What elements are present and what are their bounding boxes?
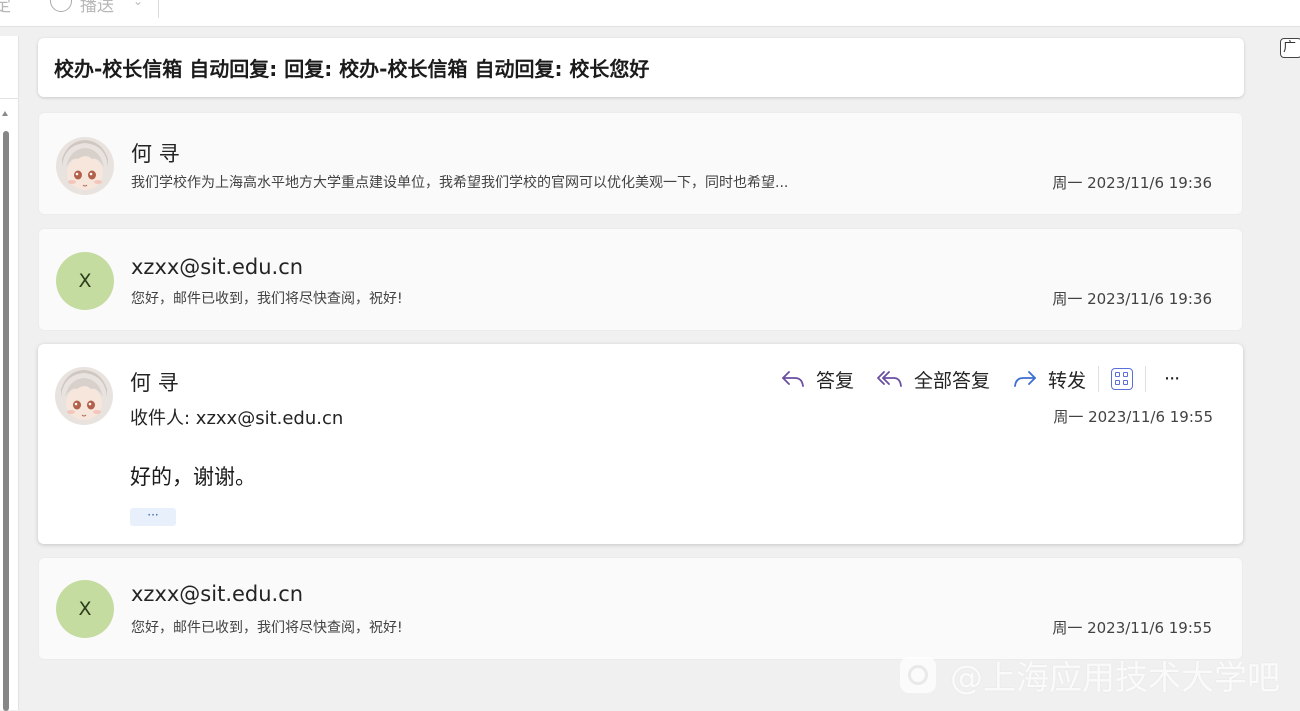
tieba-logo-icon	[900, 657, 936, 693]
watermark-text: @上海应用技术大学吧	[950, 658, 1280, 697]
sender-name: xzxx@sit.edu.cn	[131, 255, 304, 279]
expanded-message: 何 寻 答复 全部答复 转发 ··· 收件人: xzxx@sit.edu.cn …	[38, 344, 1243, 544]
side-panel-toggle-icon[interactable]: 广	[1280, 38, 1300, 58]
sender-name: 何 寻	[130, 371, 179, 395]
top-ribbon: 定 播送 ⌄	[0, 0, 1300, 27]
ribbon-divider	[158, 0, 159, 18]
apps-icon[interactable]	[1111, 368, 1134, 390]
avatar[interactable]: X	[56, 252, 114, 310]
message-date: 周一 2023/11/6 19:55	[1053, 408, 1213, 426]
avatar[interactable]	[56, 137, 114, 195]
message-date: 周一 2023/11/6 19:55	[1052, 619, 1212, 637]
message-preview: 您好，邮件已收到，我们将尽快查阅，祝好!	[131, 620, 403, 636]
actions-divider	[1098, 366, 1100, 392]
reply-label: 答复	[816, 369, 855, 392]
watermark: @上海应用技术大学吧	[900, 651, 1280, 699]
reply-all-button[interactable]: 全部答复	[876, 366, 990, 393]
forward-icon	[1014, 371, 1036, 387]
message-actions: 答复 全部答复 转发 ···	[780, 364, 1180, 394]
avatar-initial: X	[78, 598, 92, 620]
anime-avatar-icon	[56, 137, 114, 195]
message-item[interactable]: 何 寻 我们学校作为上海高水平地方大学重点建设单位，我希望我们学校的官网可以优化…	[38, 112, 1243, 215]
message-item[interactable]: X xzxx@sit.edu.cn 您好，邮件已收到，我们将尽快查阅，祝好! 周…	[38, 228, 1243, 331]
reply-all-icon	[877, 371, 902, 387]
ribbon-fragment-left[interactable]: 定	[0, 0, 11, 16]
conversation-subject: 校办-校长信箱 自动回复: 回复: 校办-校长信箱 自动回复: 校长您好	[54, 57, 650, 81]
message-preview: 您好，邮件已收到，我们将尽快查阅，祝好!	[131, 291, 403, 307]
reply-all-label: 全部答复	[914, 369, 991, 392]
reply-button[interactable]: 答复	[780, 366, 854, 393]
anime-avatar-icon	[55, 367, 113, 425]
scrollbar-thumb[interactable]	[3, 131, 9, 711]
message-body: 好的，谢谢。	[130, 465, 256, 489]
avatar[interactable]: X	[56, 580, 114, 638]
avatar[interactable]	[55, 367, 113, 425]
recipients-line: 收件人: xzxx@sit.edu.cn	[130, 408, 344, 429]
forward-button[interactable]: 转发	[1012, 366, 1086, 393]
avatar-initial: X	[78, 270, 92, 292]
broadcast-icon[interactable]	[50, 0, 72, 12]
message-list-pane-edge	[0, 36, 19, 711]
forward-label: 转发	[1048, 369, 1087, 392]
message-date: 周一 2023/11/6 19:36	[1052, 174, 1212, 192]
list-header-edge	[0, 36, 18, 99]
chevron-down-icon[interactable]: ⌄	[133, 0, 143, 8]
message-preview: 我们学校作为上海高水平地方大学重点建设单位，我希望我们学校的官网可以优化美观一下…	[131, 175, 789, 191]
sender-name: xzxx@sit.edu.cn	[131, 582, 304, 606]
message-date: 周一 2023/11/6 19:36	[1052, 290, 1212, 308]
show-more-button[interactable]: ···	[130, 508, 176, 526]
subject-header: 校办-校长信箱 自动回复: 回复: 校办-校长信箱 自动回复: 校长您好	[38, 38, 1244, 97]
actions-divider	[1145, 366, 1147, 392]
more-actions-button[interactable]: ···	[1164, 368, 1180, 390]
sender-name: 何 寻	[131, 142, 180, 166]
ribbon-fragment-right[interactable]: 播送	[80, 0, 114, 16]
reply-icon	[782, 371, 804, 387]
scroll-up-arrow-icon[interactable]	[2, 111, 8, 116]
message-item[interactable]: X xzxx@sit.edu.cn 您好，邮件已收到，我们将尽快查阅，祝好! 周…	[38, 557, 1243, 660]
